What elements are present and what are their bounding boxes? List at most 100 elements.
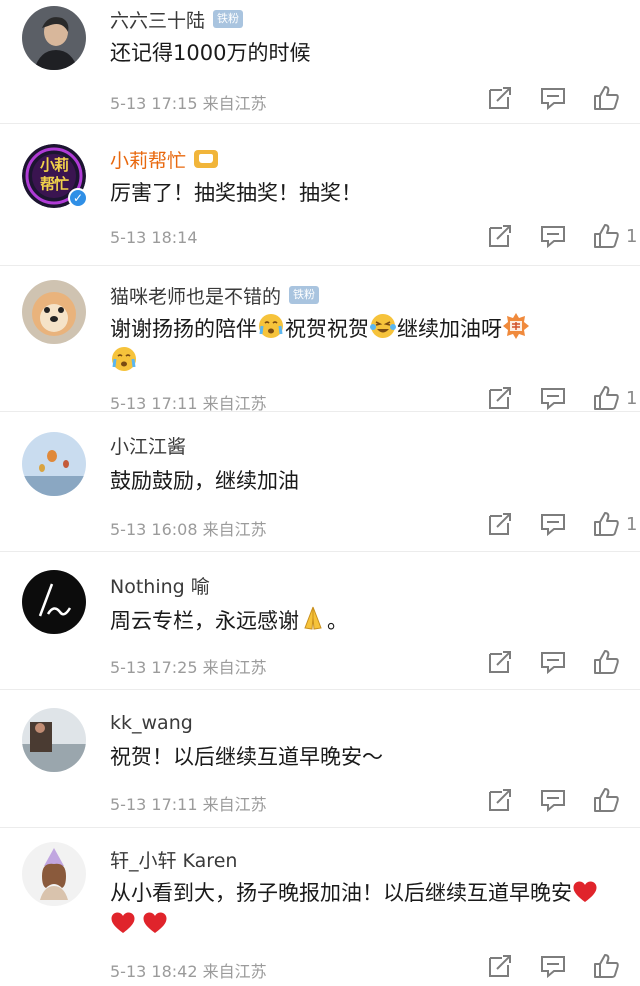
praise-sticker-icon	[502, 312, 530, 340]
comment-text-part: 周云专栏，永远感谢	[110, 609, 299, 633]
comment-date: 5-13 16:08	[110, 520, 198, 539]
comment-date: 5-13 17:11	[110, 795, 198, 814]
comment-source: 来自江苏	[202, 94, 267, 113]
comment-text: 鼓励鼓励，继续加油	[110, 469, 299, 493]
comment-text: 厉害了！抽奖抽奖！抽奖！	[110, 181, 362, 205]
like-button[interactable]: 1	[592, 222, 637, 250]
heart-emoji-icon	[572, 879, 598, 905]
comment-actions	[486, 648, 626, 676]
share-icon[interactable]	[486, 384, 516, 412]
avatar[interactable]	[22, 6, 86, 70]
comment-icon[interactable]	[539, 786, 569, 814]
like-button[interactable]: 1	[592, 384, 637, 412]
comment-feed: 六六三十陆 铁粉 还记得1000万的时候 5-13 17:15 来自江苏 小莉帮…	[0, 0, 640, 986]
thumbs-up-icon[interactable]	[592, 84, 622, 112]
comment-text: 从小看到大，扬子晚报加油！以后继续互道早晚安	[110, 878, 620, 940]
like-button[interactable]	[592, 648, 626, 676]
like-count: 1	[626, 387, 638, 409]
avatar[interactable]	[22, 708, 86, 772]
comment-text: 祝贺！以后继续互道早晚安～	[110, 745, 383, 769]
comment-item: 小莉 帮忙 ✓ 小莉帮忙 厉害了！抽奖抽奖！抽奖！ 5-13 18:14 1	[0, 124, 640, 266]
share-icon[interactable]	[486, 222, 516, 250]
comment-actions: 1	[486, 384, 637, 412]
comment-text-part: 祝贺祝贺	[285, 317, 369, 341]
tears-of-joy-emoji-icon	[369, 312, 397, 340]
comment-icon[interactable]	[539, 510, 569, 538]
share-icon[interactable]	[486, 648, 516, 676]
avatar[interactable]	[22, 280, 86, 344]
comment-date: 5-13 17:11	[110, 394, 198, 413]
comment-meta: 5-13 17:25 来自江苏	[110, 654, 267, 678]
comment-text-part: 谢谢扬扬的陪伴	[110, 317, 257, 341]
like-button[interactable]: 1	[592, 510, 637, 538]
thumbs-up-icon[interactable]	[592, 222, 622, 250]
comment-item: 小江江酱 鼓励鼓励，继续加油 5-13 16:08 来自江苏 1	[0, 412, 640, 552]
comment-text-part: 继续加油呀	[397, 317, 502, 341]
crying-emoji-icon	[257, 312, 285, 340]
comment-meta: 5-13 17:15 来自江苏	[110, 90, 267, 114]
like-count: 1	[626, 225, 638, 247]
comment-date: 5-13 17:25	[110, 658, 198, 677]
share-icon[interactable]	[486, 510, 516, 538]
comment-icon[interactable]	[539, 648, 569, 676]
comment-meta: 5-13 18:42 来自江苏	[110, 958, 267, 982]
heart-emoji-icon	[142, 910, 168, 936]
avatar[interactable]	[22, 570, 86, 634]
username[interactable]: 轩_小轩 Karen	[110, 846, 237, 873]
comment-actions	[486, 84, 626, 112]
avatar-logo-text: 小莉 帮忙	[39, 156, 69, 193]
comment-item: 六六三十陆 铁粉 还记得1000万的时候 5-13 17:15 来自江苏	[0, 0, 640, 124]
comment-date: 5-13 17:15	[110, 94, 198, 113]
comment-icon[interactable]	[539, 84, 569, 112]
comment-actions: 1	[486, 222, 637, 250]
avatar[interactable]	[22, 432, 86, 496]
comment-date: 5-13 18:14	[110, 228, 198, 247]
comment-icon[interactable]	[539, 222, 569, 250]
comment-icon[interactable]	[539, 952, 569, 980]
thumbs-up-icon[interactable]	[592, 648, 622, 676]
comment-text-part: 从小看到大，扬子晚报加油！以后继续互道早晚安	[110, 881, 572, 905]
like-count: 1	[626, 513, 638, 535]
share-icon[interactable]	[486, 786, 516, 814]
praying-hands-emoji-icon	[299, 604, 327, 632]
comment-source: 来自江苏	[202, 962, 267, 981]
vip-crown-icon	[194, 150, 219, 168]
crying-emoji-icon	[110, 345, 138, 373]
comment-item: 轩_小轩 Karen 从小看到大，扬子晚报加油！以后继续互道早晚安 5-13 1…	[0, 828, 640, 986]
fan-badge: 铁粉	[213, 10, 244, 28]
comment-actions	[486, 952, 626, 980]
username[interactable]: 小莉帮忙	[110, 146, 186, 173]
share-icon[interactable]	[486, 952, 516, 980]
username[interactable]: 小江江酱	[110, 432, 186, 459]
username[interactable]: 六六三十陆	[110, 6, 205, 33]
comment-meta: 5-13 17:11 来自江苏	[110, 390, 267, 414]
like-button[interactable]	[592, 952, 626, 980]
comment-item: 猫咪老师也是不错的 铁粉 谢谢扬扬的陪伴 祝贺祝贺 继续加油呀 5-13 17:11…	[0, 266, 640, 414]
username[interactable]: kk_wang	[110, 712, 193, 734]
avatar[interactable]	[22, 842, 86, 906]
comment-text-part: 。	[327, 609, 348, 633]
comment-source: 来自江苏	[202, 795, 267, 814]
verified-icon: ✓	[68, 188, 88, 208]
share-icon[interactable]	[486, 84, 516, 112]
username[interactable]: 猫咪老师也是不错的	[110, 282, 281, 309]
comment-item: Nothing 喻 周云专栏，永远感谢 。 5-13 17:25 来自江苏	[0, 552, 640, 690]
thumbs-up-icon[interactable]	[592, 384, 622, 412]
like-button[interactable]	[592, 84, 626, 112]
comment-source: 来自江苏	[202, 394, 267, 413]
comment-item: kk_wang 祝贺！以后继续互道早晚安～ 5-13 17:11 来自江苏	[0, 690, 640, 828]
thumbs-up-icon[interactable]	[592, 786, 622, 814]
comment-text: 还记得1000万的时候	[110, 41, 311, 65]
fan-badge: 铁粉	[289, 286, 320, 304]
heart-emoji-icon	[110, 910, 136, 936]
thumbs-up-icon[interactable]	[592, 510, 622, 538]
like-button[interactable]	[592, 786, 626, 814]
comment-meta: 5-13 17:11 来自江苏	[110, 791, 267, 815]
thumbs-up-icon[interactable]	[592, 952, 622, 980]
comment-text: 谢谢扬扬的陪伴 祝贺祝贺 继续加油呀	[110, 312, 620, 378]
username[interactable]: Nothing 喻	[110, 572, 210, 599]
comment-meta: 5-13 18:14	[110, 228, 198, 247]
comment-text: 周云专栏，永远感谢 。	[110, 604, 620, 637]
comment-icon[interactable]	[539, 384, 569, 412]
comment-source: 来自江苏	[202, 658, 267, 677]
